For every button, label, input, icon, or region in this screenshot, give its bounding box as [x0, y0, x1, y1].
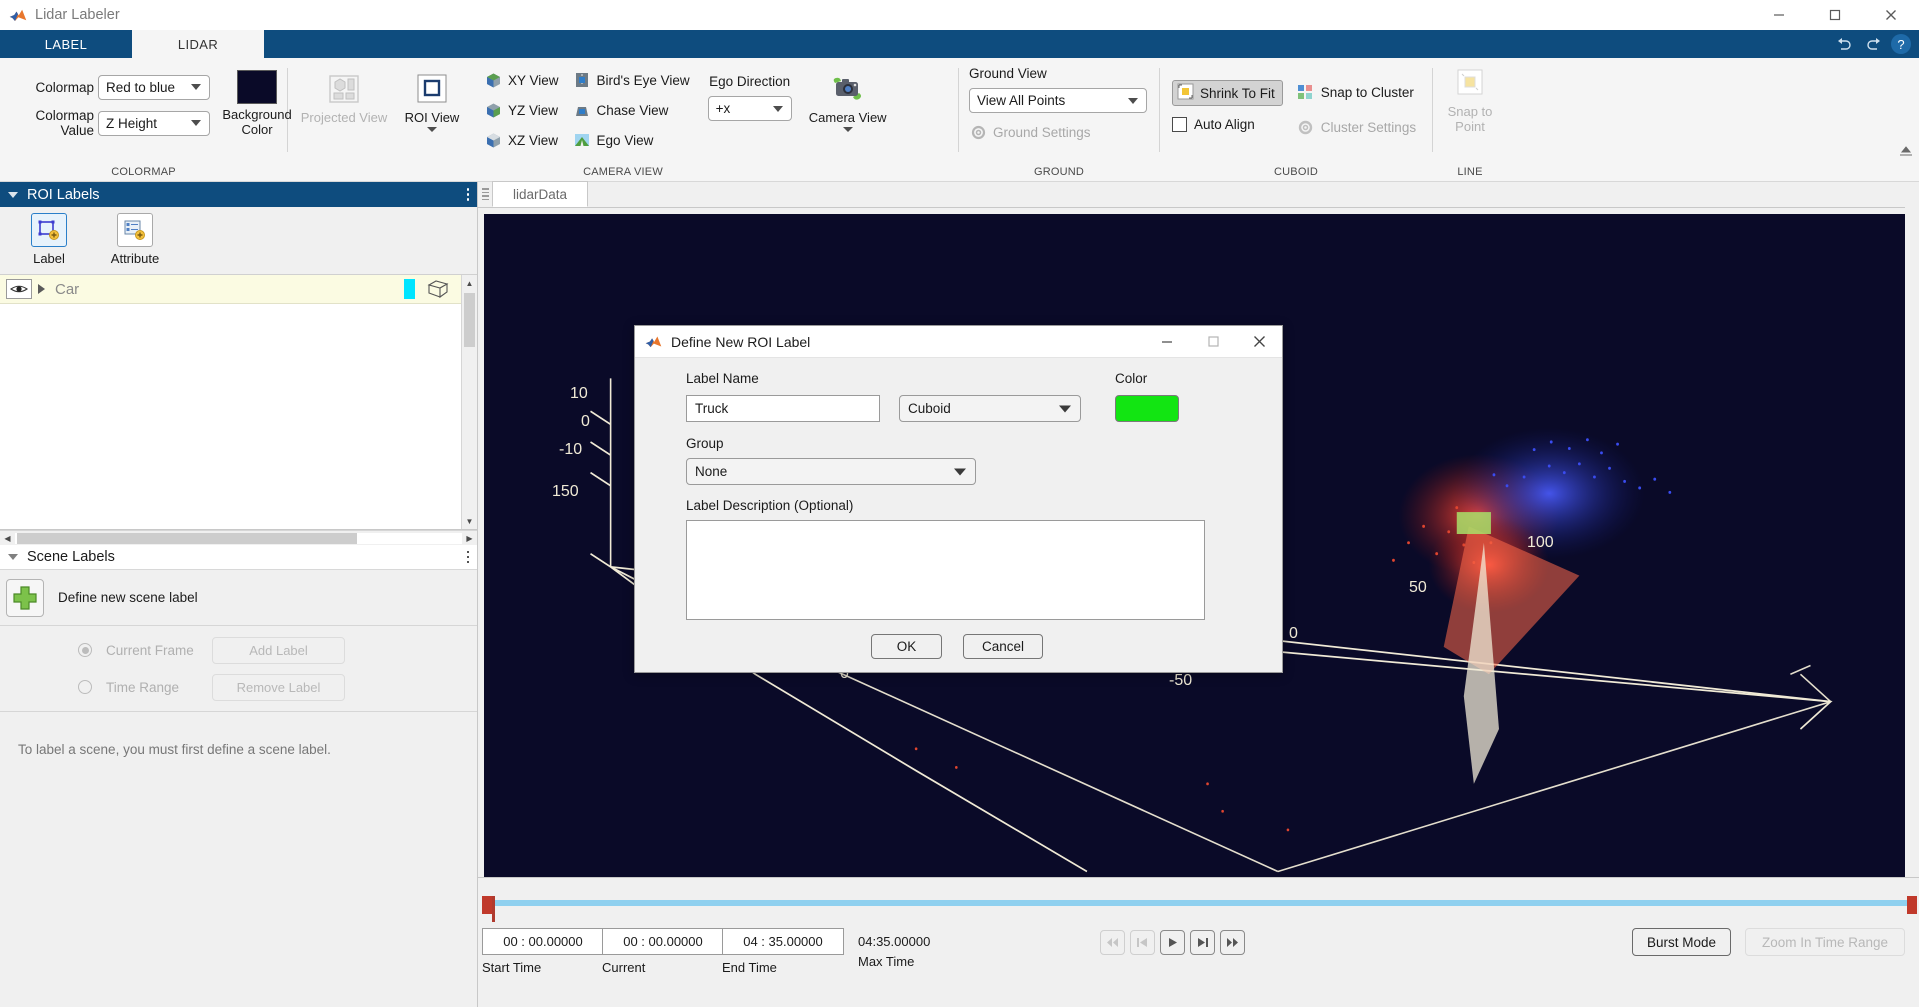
dialog-body: Label Name Color Truck Cuboid Group None… — [635, 358, 1282, 672]
chevron-down-icon — [1059, 405, 1071, 412]
dialog-overlay: Define New ROI Label Label Name Color — [0, 0, 1919, 1007]
label-name-input[interactable]: Truck — [686, 395, 880, 422]
dialog-actions: OK Cancel — [871, 634, 1043, 659]
group-label: Group — [686, 436, 724, 451]
matlab-logo-icon — [645, 334, 662, 349]
chevron-down-icon — [954, 468, 966, 475]
shape-select[interactable]: Cuboid — [899, 395, 1081, 422]
color-swatch-button[interactable] — [1115, 395, 1179, 422]
dialog-window-controls — [1144, 326, 1282, 358]
cancel-button[interactable]: Cancel — [963, 634, 1043, 659]
ok-button[interactable]: OK — [871, 634, 942, 659]
color-label: Color — [1115, 371, 1147, 386]
dialog-maximize-button[interactable] — [1190, 326, 1236, 358]
dialog-close-button[interactable] — [1236, 326, 1282, 358]
description-textarea[interactable] — [686, 520, 1205, 620]
group-select[interactable]: None — [686, 458, 976, 485]
label-name-label: Label Name — [686, 371, 759, 386]
description-label: Label Description (Optional) — [686, 498, 853, 513]
dialog-minimize-button[interactable] — [1144, 326, 1190, 358]
group-value: None — [695, 464, 727, 479]
dialog-title: Define New ROI Label — [671, 334, 810, 350]
dialog-title-bar: Define New ROI Label — [635, 326, 1282, 358]
shape-value: Cuboid — [908, 401, 951, 416]
lidar-labeler-window: Lidar Labeler LABEL LIDAR ? — [0, 0, 1919, 1007]
define-new-roi-label-dialog: Define New ROI Label Label Name Color — [634, 325, 1283, 673]
